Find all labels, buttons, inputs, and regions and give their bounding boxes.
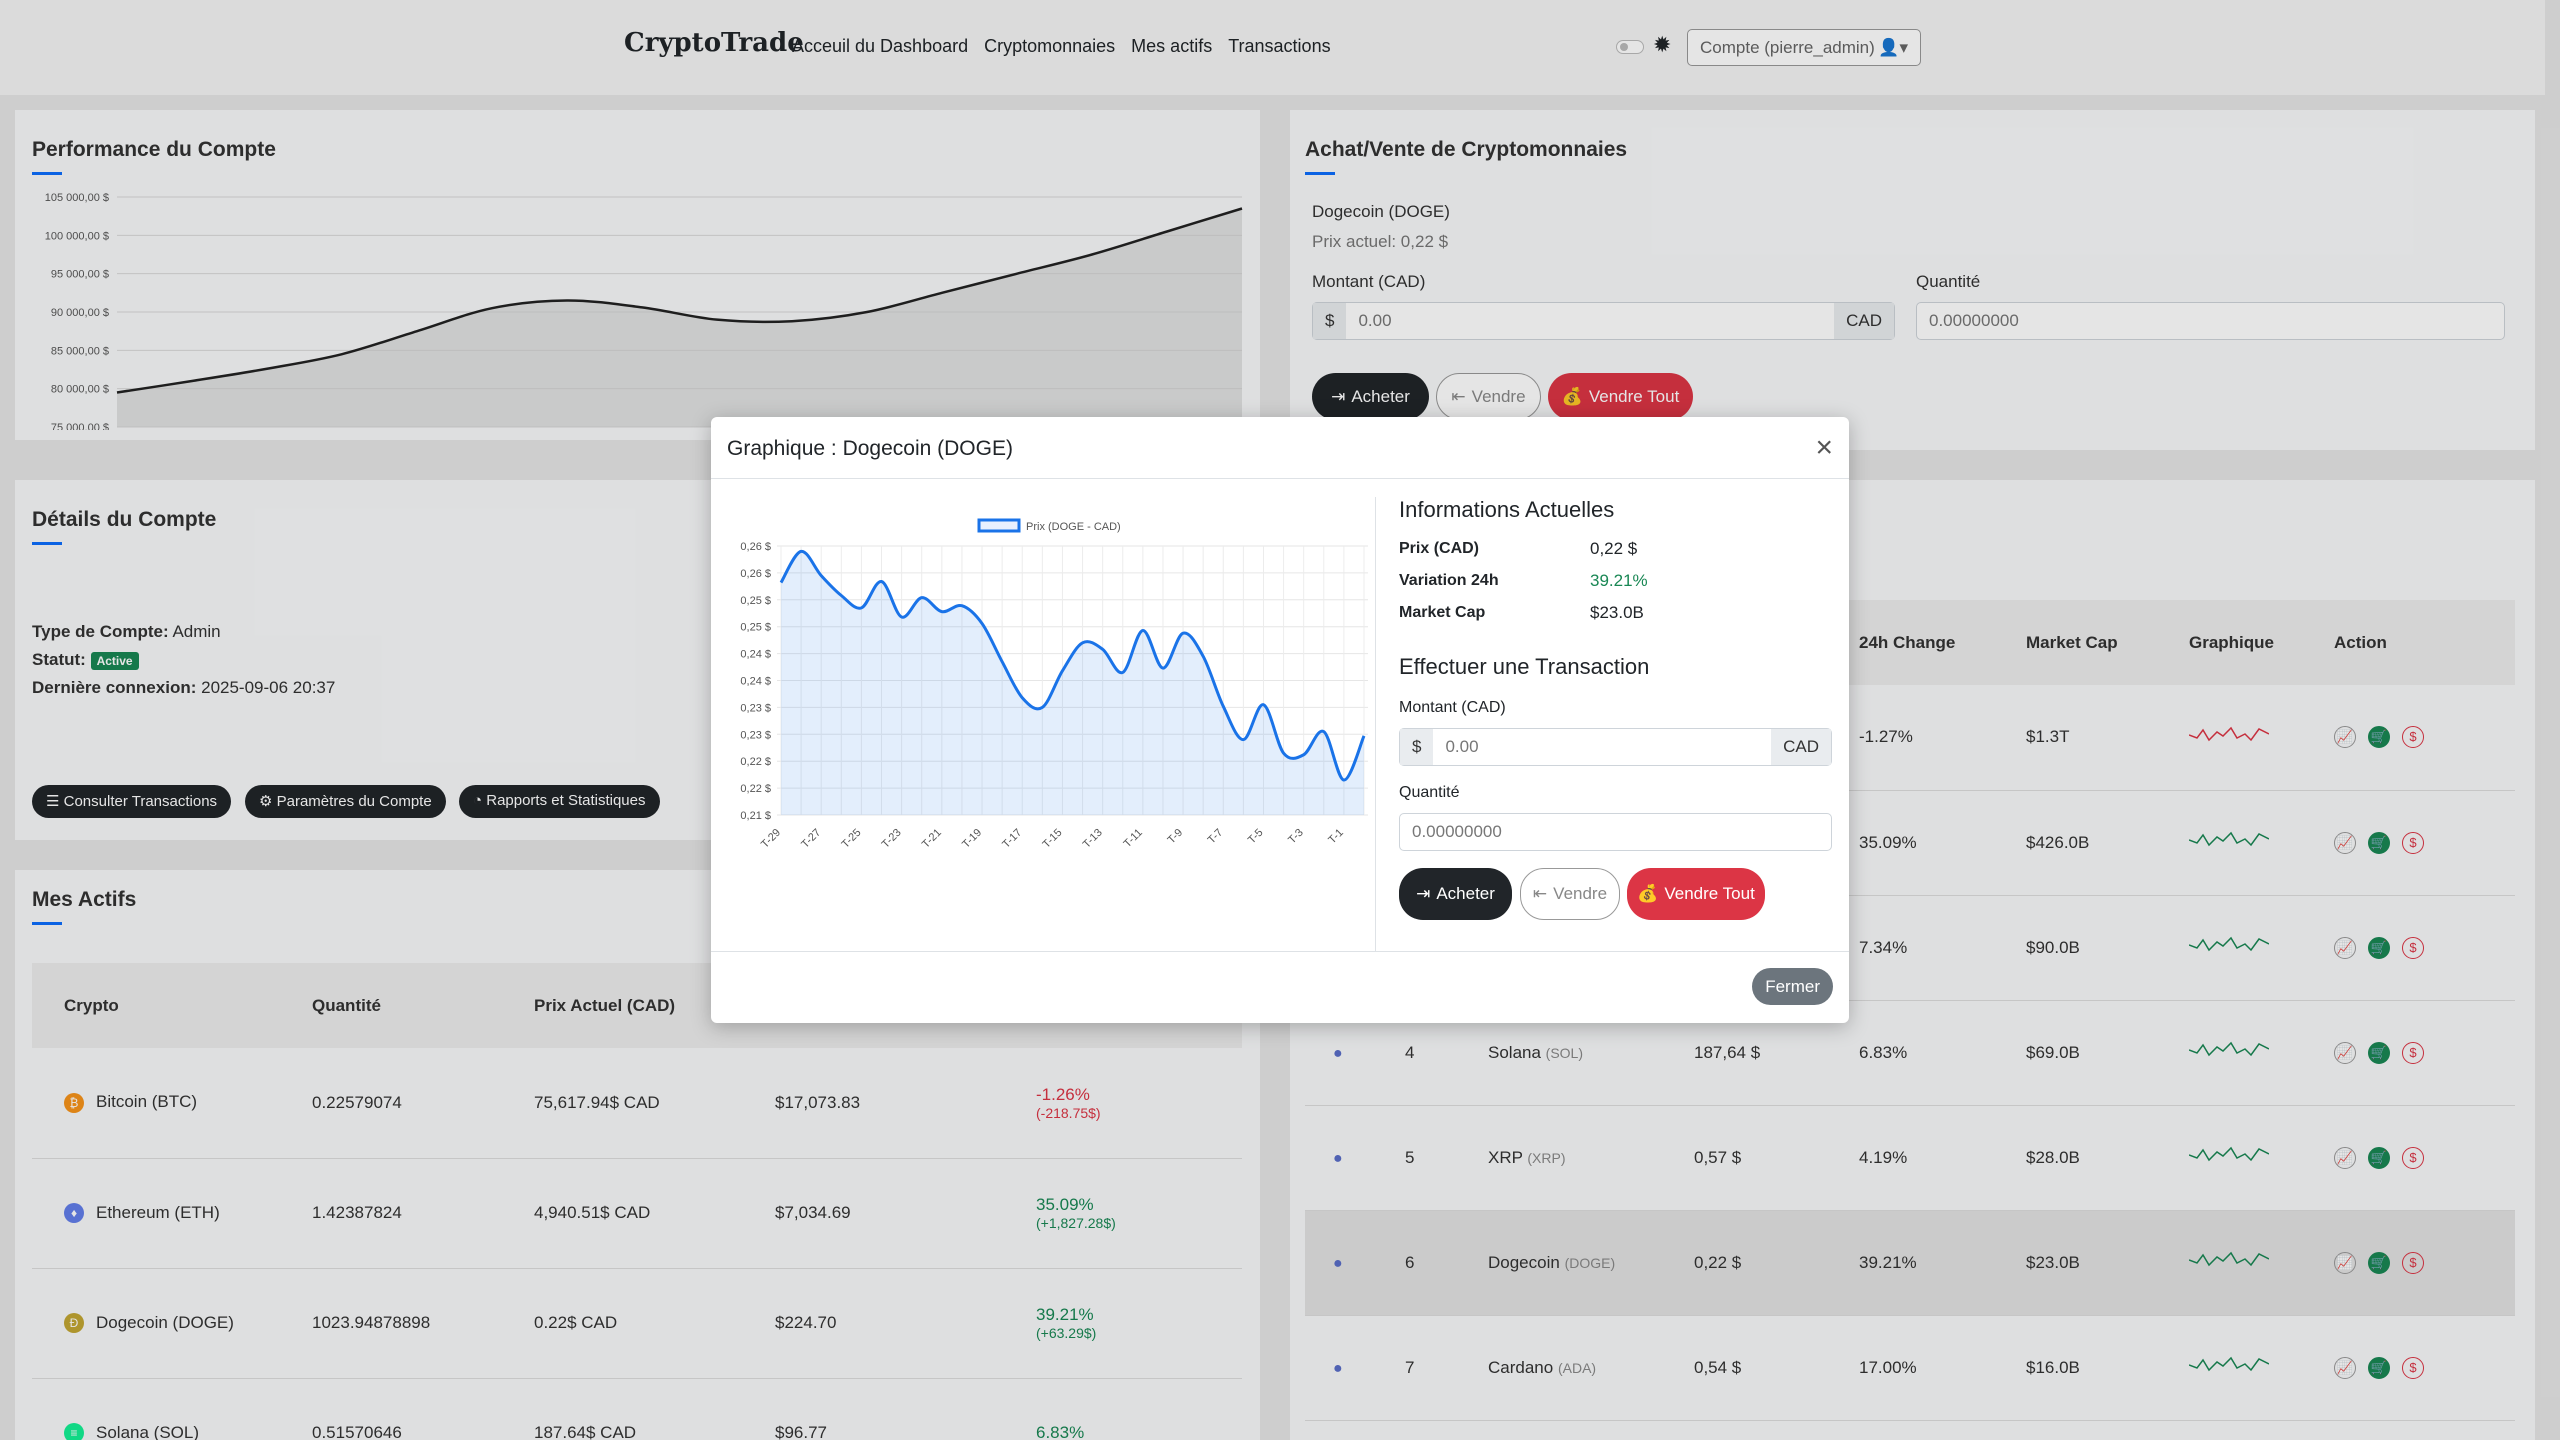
modal-y-tick: 0,25 $ [740,622,771,634]
modal-x-tick: T-21 [920,827,944,851]
modal-x-tick: T-23 [880,827,904,851]
market-cap-label: Market Cap [1399,604,1486,621]
modal-y-tick: 0,24 $ [740,676,771,688]
modal-x-tick: T-7 [1206,827,1226,847]
modal-y-tick: 0,23 $ [740,702,771,714]
legend-label: Prix (DOGE - CAD) [1026,521,1121,533]
modal-money-bag-icon: 💰 [1637,884,1659,903]
modal-y-tick: 0,26 $ [740,541,771,553]
current-info-title: Informations Actuelles [1399,497,1615,522]
price-value: 0,22 $ [1590,539,1638,558]
modal-qty-field[interactable]: 0.00000000 [1399,813,1832,851]
variation-value: 39.21% [1590,571,1648,590]
legend-swatch [977,518,1021,533]
modal-y-tick: 0,21 $ [740,810,771,822]
modal-y-tick: 0,22 $ [740,756,771,768]
modal-dollar-addon: $ [1400,729,1434,765]
modal-buy-button[interactable]: ⇥ Acheter [1399,868,1512,920]
modal-y-tick: 0,26 $ [740,568,771,580]
modal-sign-out-icon: ⇤ [1532,884,1548,903]
modal-title: Graphique : Dogecoin (DOGE) [727,437,1013,460]
modal-header: Graphique : Dogecoin (DOGE) × [711,417,1849,479]
close-modal-button[interactable]: Fermer [1752,968,1833,1005]
modal-y-tick: 0,23 $ [740,729,771,741]
doge-price-chart: 0,26 $ 0,26 $ 0,25 $ 0,25 $ 0,24 $ 0,24 $ 0,23… [740,518,1368,851]
modal-x-tick: T-27 [799,827,823,851]
modal-x-tick: T-25 [839,827,863,851]
modal-amount-field[interactable]: $ 0.00 CAD [1399,728,1832,766]
variation-label: Variation 24h [1399,572,1499,589]
modal-amount-input[interactable]: 0.00 [1433,729,1771,765]
modal-y-tick: 0,25 $ [740,595,771,607]
modal-y-tick: 0,24 $ [740,649,771,661]
price-label: Prix (CAD) [1399,540,1480,557]
modal-x-tick: T-3 [1286,827,1306,847]
modal-x-tick: T-9 [1165,827,1185,847]
modal-divider [1375,497,1376,952]
modal-qty-input[interactable]: 0.00000000 [1400,814,1831,850]
modal-cad-addon: CAD [1771,729,1831,765]
modal-price-area [781,551,1364,815]
modal-x-tick: T-29 [759,827,783,851]
chart-modal: Graphique : Dogecoin (DOGE) × 0,26 $0,26… [711,417,1849,1023]
modal-x-tick: T-13 [1081,827,1105,851]
market-cap-value: $23.0B [1590,603,1644,622]
modal-sell-all-button[interactable]: 💰 Vendre Tout [1627,868,1765,920]
modal-x-tick: T-5 [1246,827,1266,847]
modal-qty-label: Quantité [1399,784,1460,801]
modal-sign-in-icon: ⇥ [1416,884,1431,903]
modal-x-tick: T-15 [1041,827,1065,851]
modal-x-tick: T-1 [1326,827,1346,847]
modal-x-tick: T-19 [960,827,984,851]
close-icon[interactable]: × [1815,433,1833,463]
modal-x-tick: T-17 [1000,827,1024,851]
modal-sell-button[interactable]: ⇤ Vendre [1520,868,1620,920]
modal-footer: Fermer [711,951,1849,1023]
modal-x-tick: T-11 [1122,827,1145,850]
modal-amount-label: Montant (CAD) [1399,699,1506,716]
transaction-title: Effectuer une Transaction [1399,654,1650,679]
modal-y-tick: 0,22 $ [740,783,771,795]
